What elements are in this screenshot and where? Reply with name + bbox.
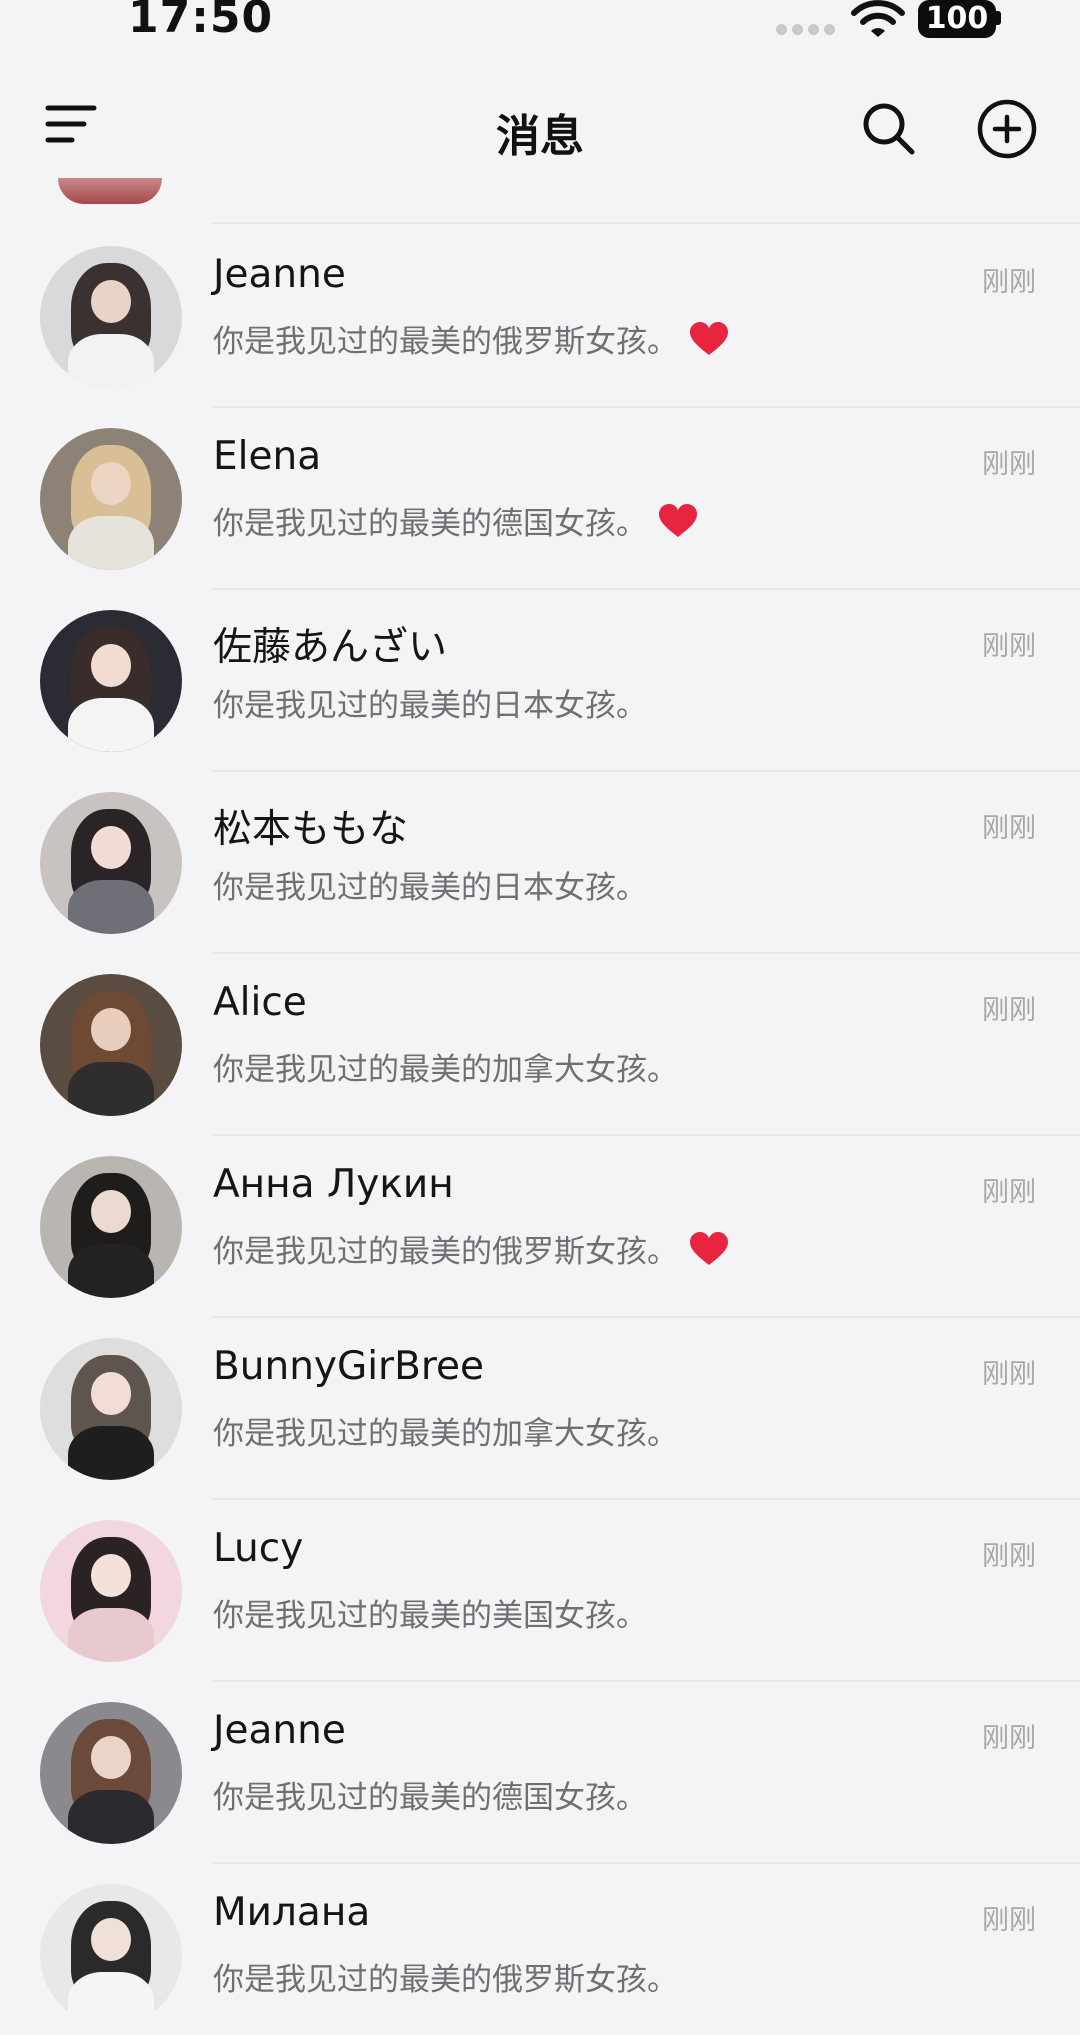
message-time: 刚刚 xyxy=(982,1359,1036,1390)
message-time: 刚刚 xyxy=(982,631,1036,662)
message-preview: 你是我见过的最美的德国女孩。 xyxy=(213,1772,647,1817)
message-preview: 你是我见过的最美的俄罗斯女孩。 xyxy=(213,316,730,361)
search-icon[interactable] xyxy=(860,100,918,158)
message-preview: 你是我见过的最美的加拿大女孩。 xyxy=(213,1044,678,1089)
contact-name: Анна Лукин xyxy=(213,1162,454,1207)
message-time: 刚刚 xyxy=(982,1905,1036,1936)
avatar[interactable] xyxy=(40,246,182,388)
conversation-row[interactable]: Lucy 刚刚 你是我见过的最美的美国女孩。 xyxy=(0,1500,1080,1682)
message-text: 你是我见过的最美的加拿大女孩。 xyxy=(213,1416,678,1452)
conversation-row[interactable]: Jeanne 刚刚 你是我见过的最美的俄罗斯女孩。 xyxy=(0,226,1080,408)
message-text: 你是我见过的最美的德国女孩。 xyxy=(213,1780,647,1816)
avatar[interactable] xyxy=(40,1520,182,1662)
heart-icon xyxy=(690,321,728,355)
avatar[interactable] xyxy=(40,792,182,934)
contact-name: Jeanne xyxy=(213,252,346,297)
status-bar: 17:50 100 xyxy=(0,0,1080,56)
message-time: 刚刚 xyxy=(982,449,1036,480)
contact-name: 佐藤あんざい xyxy=(213,625,448,670)
add-circle-icon[interactable] xyxy=(976,98,1038,160)
heart-icon xyxy=(690,1231,728,1265)
message-preview: 你是我见过的最美的日本女孩。 xyxy=(213,862,647,907)
message-text: 你是我见过的最美的美国女孩。 xyxy=(213,1598,647,1634)
divider xyxy=(212,222,1080,224)
contact-name: Elena xyxy=(213,434,322,479)
message-time: 刚刚 xyxy=(982,813,1036,844)
avatar[interactable] xyxy=(40,610,182,752)
avatar[interactable] xyxy=(40,1702,182,1844)
message-time: 刚刚 xyxy=(982,267,1036,298)
contact-name: Lucy xyxy=(213,1526,304,1571)
contact-name: Милана xyxy=(213,1890,371,1935)
message-time: 刚刚 xyxy=(982,1723,1036,1754)
contact-name: 松本ももな xyxy=(213,807,409,852)
message-preview: 你是我见过的最美的俄罗斯女孩。 xyxy=(213,1954,678,1999)
avatar[interactable] xyxy=(40,428,182,570)
cellular-signal-icon xyxy=(776,24,835,35)
message-preview: 你是我见过的最美的加拿大女孩。 xyxy=(213,1408,678,1453)
avatar[interactable] xyxy=(40,1884,182,2026)
avatar[interactable] xyxy=(40,1338,182,1480)
message-preview: 你是我见过的最美的俄罗斯女孩。 xyxy=(213,1226,730,1271)
avatar-partial xyxy=(58,178,162,204)
wifi-icon xyxy=(851,0,905,37)
nav-bar: 消息 xyxy=(0,60,1080,200)
conversation-row[interactable]: 佐藤あんざい 刚刚 你是我见过的最美的日本女孩。 xyxy=(0,590,1080,772)
message-time: 刚刚 xyxy=(982,1177,1036,1208)
message-time: 刚刚 xyxy=(982,995,1036,1026)
message-text: 你是我见过的最美的俄罗斯女孩。 xyxy=(213,1234,678,1270)
conversation-row[interactable]: 松本ももな 刚刚 你是我见过的最美的日本女孩。 xyxy=(0,772,1080,954)
heart-icon xyxy=(659,503,697,537)
contact-name: Jeanne xyxy=(213,1708,346,1753)
conversation-row[interactable]: Alice 刚刚 你是我见过的最美的加拿大女孩。 xyxy=(0,954,1080,1136)
conversation-row[interactable]: Анна Лукин 刚刚 你是我见过的最美的俄罗斯女孩。 xyxy=(0,1136,1080,1318)
message-time: 刚刚 xyxy=(982,1541,1036,1572)
message-text: 你是我见过的最美的日本女孩。 xyxy=(213,870,647,906)
conversation-row[interactable]: Милана 刚刚 你是我见过的最美的俄罗斯女孩。 xyxy=(0,1864,1080,2035)
battery-tip xyxy=(996,11,1001,25)
message-text: 你是我见过的最美的加拿大女孩。 xyxy=(213,1052,678,1088)
message-text: 你是我见过的最美的德国女孩。 xyxy=(213,506,647,542)
avatar[interactable] xyxy=(40,1156,182,1298)
contact-name: BunnyGirBree xyxy=(213,1344,485,1389)
message-preview: 你是我见过的最美的日本女孩。 xyxy=(213,680,647,725)
message-preview: 你是我见过的最美的美国女孩。 xyxy=(213,1590,647,1635)
message-text: 你是我见过的最美的俄罗斯女孩。 xyxy=(213,324,678,360)
message-preview: 你是我见过的最美的德国女孩。 xyxy=(213,498,699,543)
conversation-row[interactable]: Elena 刚刚 你是我见过的最美的德国女孩。 xyxy=(0,408,1080,590)
conversation-row[interactable]: BunnyGirBree 刚刚 你是我见过的最美的加拿大女孩。 xyxy=(0,1318,1080,1500)
message-text: 你是我见过的最美的俄罗斯女孩。 xyxy=(213,1962,678,1998)
battery-indicator: 100 xyxy=(918,0,996,38)
avatar[interactable] xyxy=(40,974,182,1116)
conversation-row[interactable]: Jeanne 刚刚 你是我见过的最美的德国女孩。 xyxy=(0,1682,1080,1864)
page-title: 消息 xyxy=(496,111,584,162)
contact-name: Alice xyxy=(213,980,307,1025)
status-time: 17:50 xyxy=(128,0,274,43)
message-text: 你是我见过的最美的日本女孩。 xyxy=(213,688,647,724)
